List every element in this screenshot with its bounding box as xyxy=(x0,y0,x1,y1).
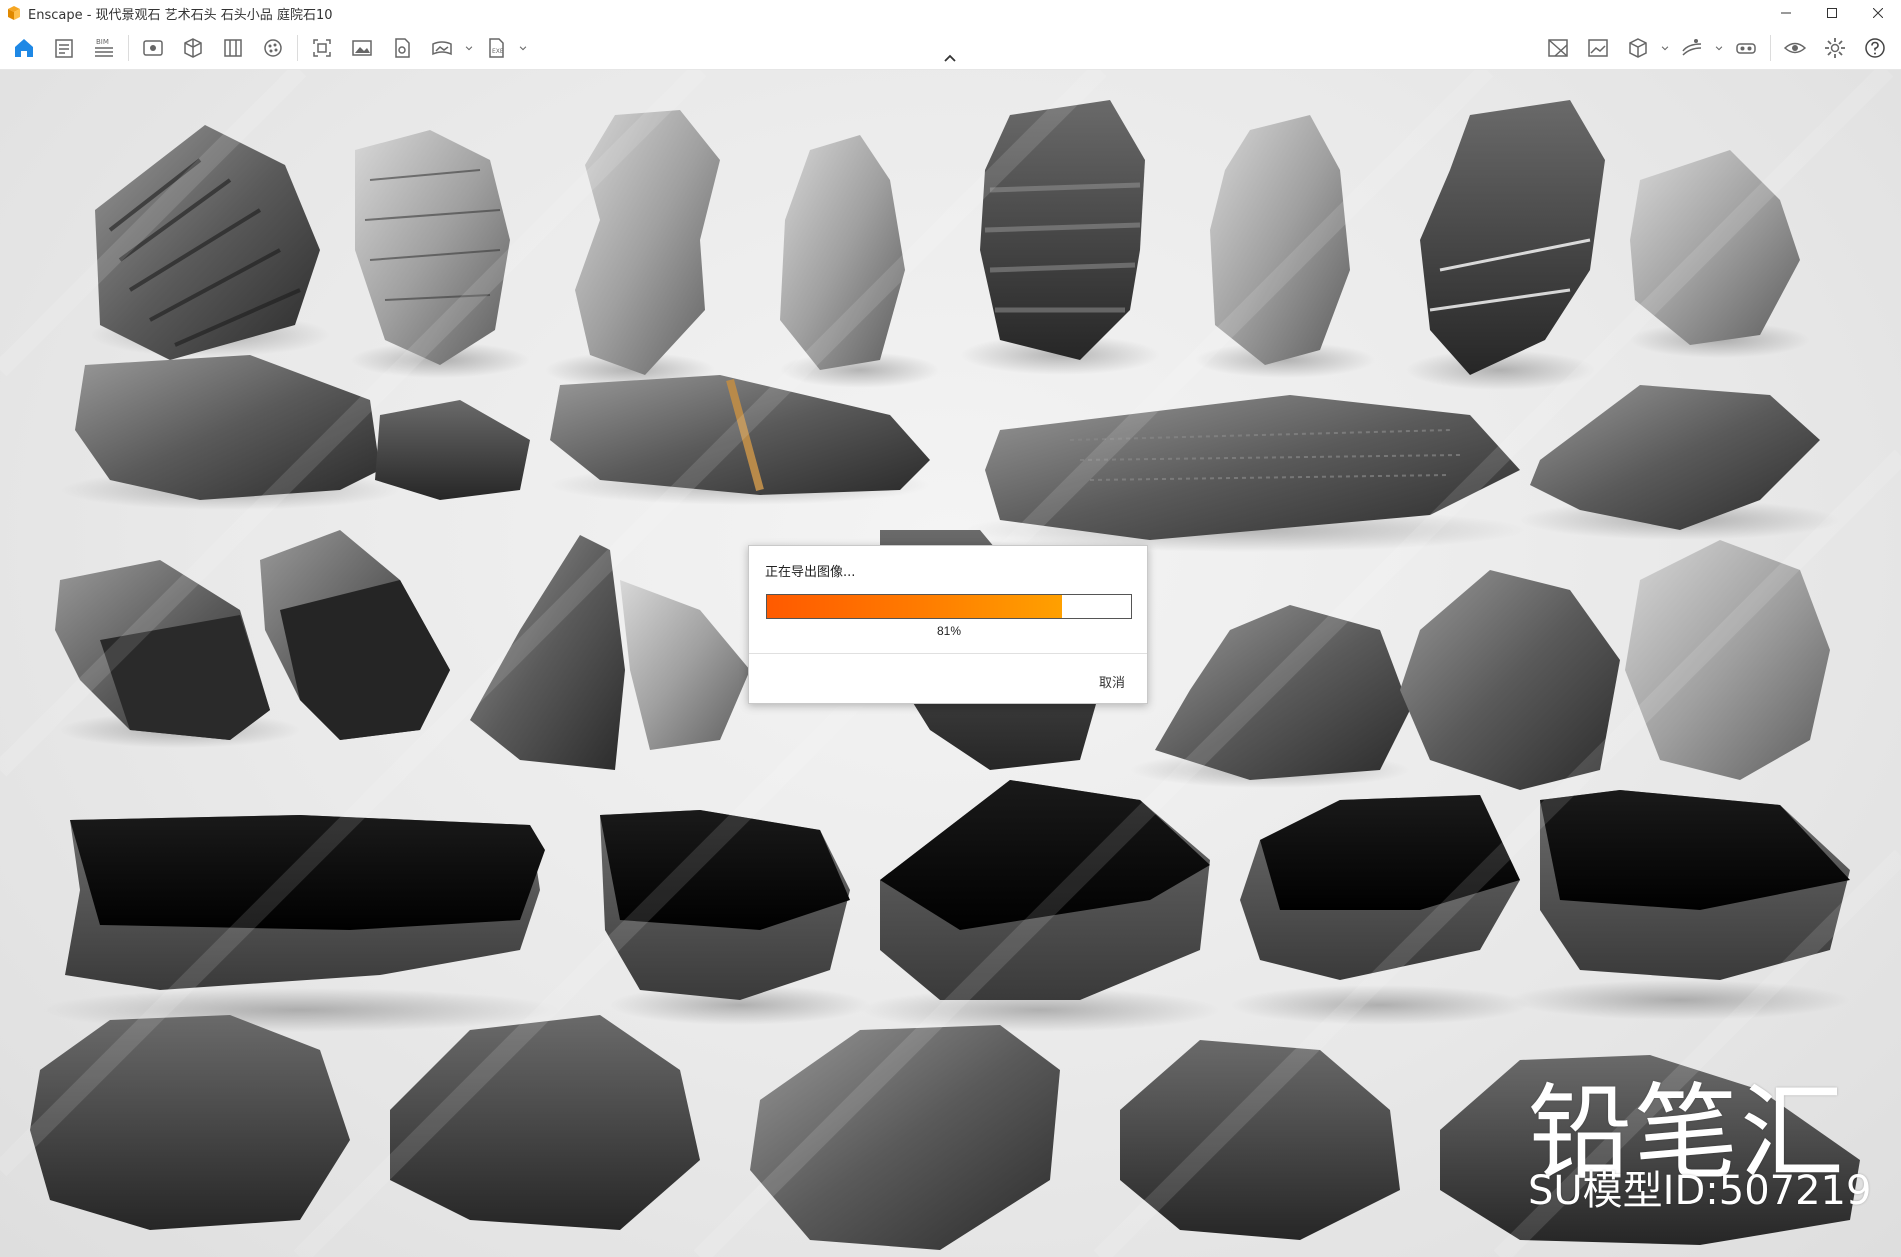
cancel-button[interactable]: 取消 xyxy=(1099,672,1125,691)
maximize-icon xyxy=(1827,8,1837,18)
progress-percent: 81% xyxy=(936,624,962,638)
map-icon xyxy=(1548,39,1568,57)
dialog-divider xyxy=(749,653,1147,654)
minimize-icon xyxy=(1781,12,1791,14)
image-button[interactable] xyxy=(342,28,382,68)
panorama-icon xyxy=(432,41,452,56)
toolbar-separator xyxy=(128,35,129,61)
bim-icon: BIM xyxy=(95,38,113,57)
export-progress-bar xyxy=(766,594,1132,619)
image-icon xyxy=(352,40,372,56)
cube-dropdown[interactable] xyxy=(1658,28,1672,68)
render-icon xyxy=(395,38,410,58)
sky-icon xyxy=(1682,39,1702,56)
chevron-down-icon xyxy=(1661,46,1669,51)
map-button[interactable] xyxy=(1538,28,1578,68)
progress-fill xyxy=(767,595,1062,618)
image-view-icon xyxy=(1588,39,1608,57)
book-button[interactable] xyxy=(213,28,253,68)
watermark-model-id: SU模型ID:507219 xyxy=(1528,1168,1872,1214)
bim-label: BIM xyxy=(96,38,109,46)
window-title: Enscape - 现代景观石 艺术石头 石头小品 庭院石10 xyxy=(28,7,333,23)
chevron-down-icon xyxy=(519,46,527,51)
toolbar-separator xyxy=(297,35,298,61)
material-icon xyxy=(264,39,282,57)
minimize-button[interactable] xyxy=(1763,0,1809,26)
view-button[interactable] xyxy=(133,28,173,68)
visibility-icon xyxy=(1783,42,1807,54)
notes-icon xyxy=(55,39,73,58)
help-button[interactable] xyxy=(1855,28,1895,68)
cube-button[interactable] xyxy=(1618,28,1658,68)
panorama-button[interactable] xyxy=(422,28,462,68)
chevron-down-icon xyxy=(1715,46,1723,51)
sky-dropdown[interactable] xyxy=(1712,28,1726,68)
title-bar: Enscape - 现代景观石 艺术石头 石头小品 庭院石10 xyxy=(0,0,1901,26)
bim-button[interactable]: BIM xyxy=(84,28,124,68)
panorama-dropdown[interactable] xyxy=(462,28,476,68)
export-button[interactable]: EXE xyxy=(476,28,516,68)
settings-icon xyxy=(1825,38,1845,58)
collapse-toolbar-icon[interactable] xyxy=(940,50,960,66)
toolbar-right-group xyxy=(1538,26,1895,70)
help-icon xyxy=(1865,38,1885,58)
vr-icon xyxy=(1736,43,1756,54)
window-controls xyxy=(1763,0,1901,26)
rock-row-1 xyxy=(90,100,1810,390)
notes-button[interactable] xyxy=(44,28,84,68)
box-icon xyxy=(184,38,202,58)
export-dropdown[interactable] xyxy=(516,28,530,68)
sky-button[interactable] xyxy=(1672,28,1712,68)
enscape-logo-icon xyxy=(8,6,20,20)
render-button[interactable] xyxy=(382,28,422,68)
home-icon xyxy=(15,39,33,57)
export-icon: EXE xyxy=(489,38,504,58)
visibility-button[interactable] xyxy=(1775,28,1815,68)
chevron-down-icon xyxy=(465,46,473,51)
screenshot-icon xyxy=(313,39,331,57)
book-icon xyxy=(224,39,242,57)
dialog-title: 正在导出图像... xyxy=(765,565,856,580)
screenshot-button[interactable] xyxy=(302,28,342,68)
home-button[interactable] xyxy=(4,28,44,68)
settings-button[interactable] xyxy=(1815,28,1855,68)
maximize-button[interactable] xyxy=(1809,0,1855,26)
view-icon xyxy=(143,40,163,56)
svg-text:EXE: EXE xyxy=(492,48,504,55)
image-view-button[interactable] xyxy=(1578,28,1618,68)
close-button[interactable] xyxy=(1855,0,1901,26)
toolbar-left-group: BIM EXE xyxy=(4,26,530,70)
cube-icon xyxy=(1629,38,1647,58)
material-button[interactable] xyxy=(253,28,293,68)
export-progress-dialog: 正在导出图像... 81% 取消 xyxy=(748,545,1148,704)
rock-row-4 xyxy=(40,780,1850,1032)
box-button[interactable] xyxy=(173,28,213,68)
toolbar-separator xyxy=(1770,35,1771,61)
vr-button[interactable] xyxy=(1726,28,1766,68)
close-icon xyxy=(1873,8,1883,18)
